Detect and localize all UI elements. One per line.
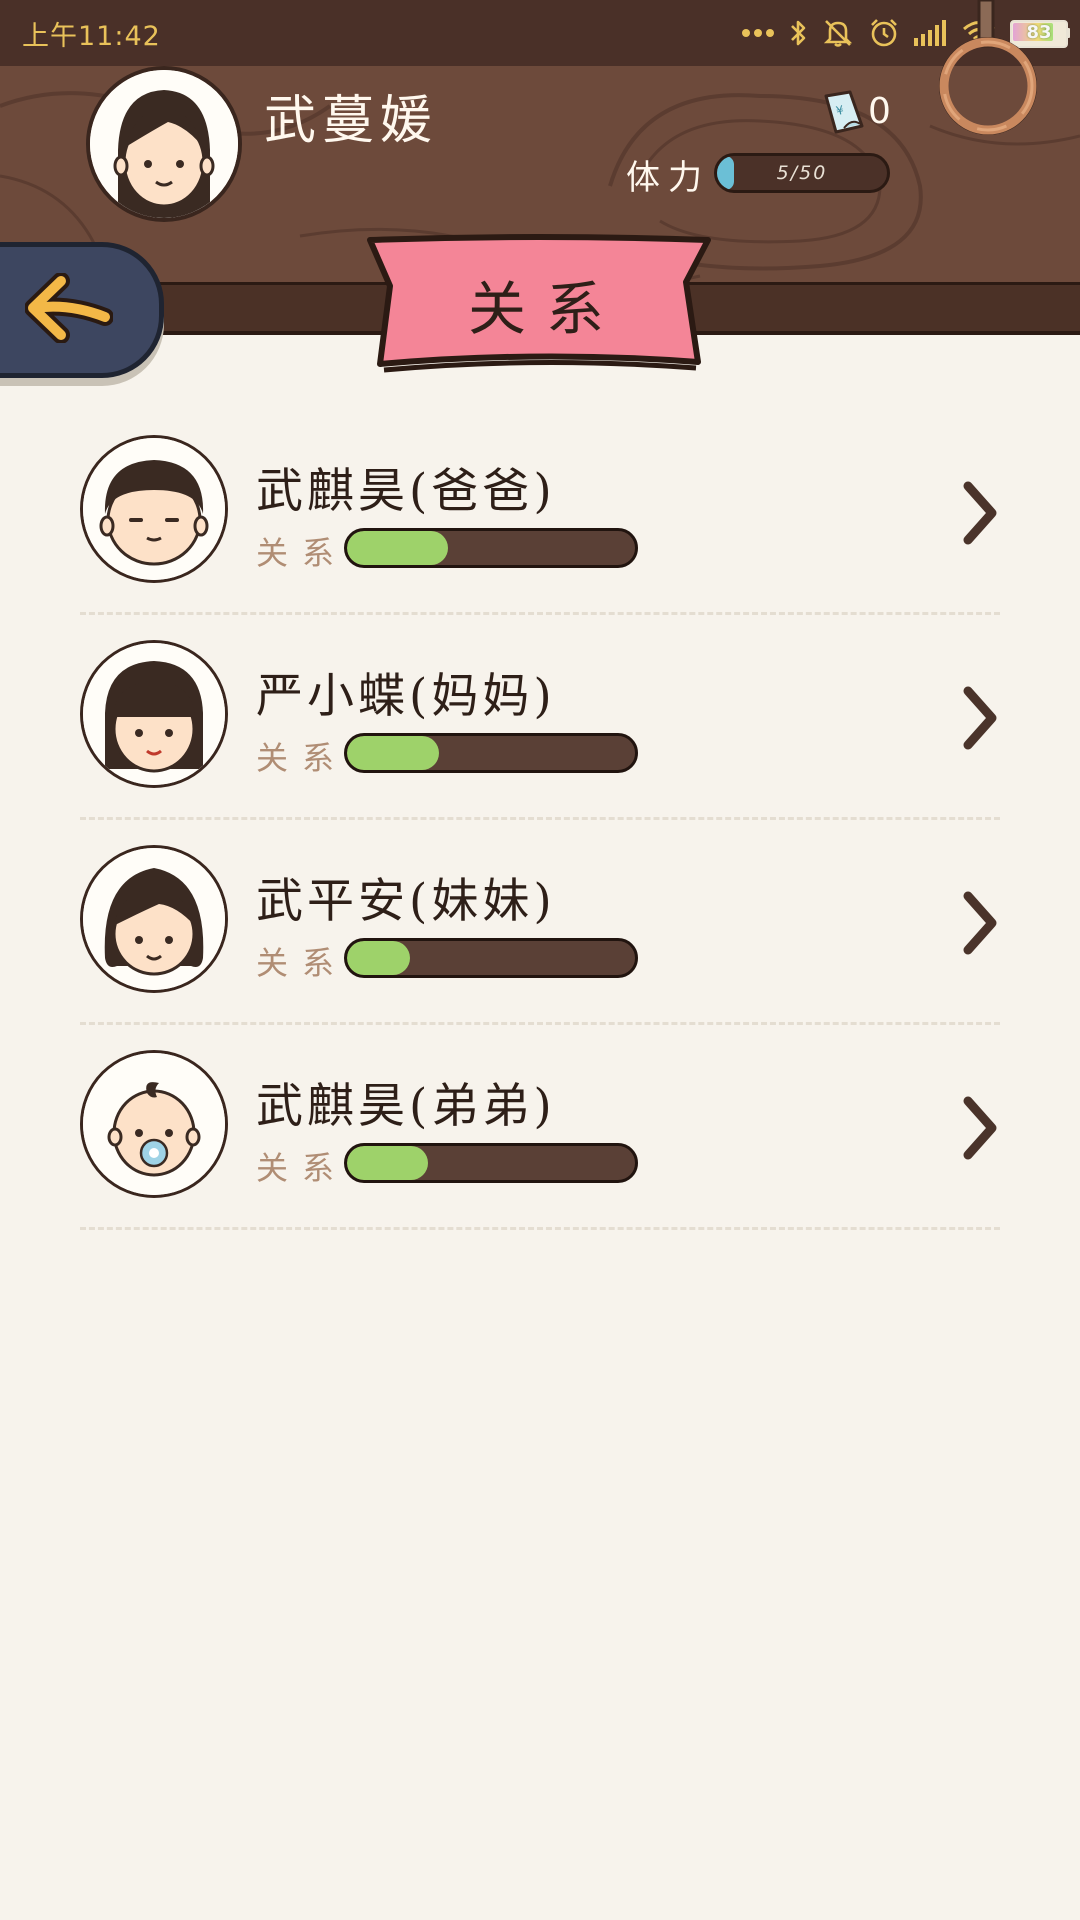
relation-item-brother[interactable]: 武麒昊(弟弟) 关系 [80, 1025, 1000, 1230]
relation-bar [344, 938, 638, 978]
relation-label: 关系 [256, 534, 349, 572]
hanging-ring-icon [939, 0, 1037, 135]
girl-face-icon [90, 70, 238, 218]
chevron-right-icon[interactable] [960, 685, 1000, 751]
back-arrow-icon [25, 273, 113, 343]
baby-avatar-icon [83, 1053, 225, 1195]
relation-item-father[interactable]: 武麒昊(爸爸) 关系 [80, 410, 1000, 615]
relation-bar-fill [347, 736, 440, 770]
page-title: 关系 [467, 275, 624, 343]
avatar [80, 435, 228, 583]
relation-bar [344, 1143, 638, 1183]
avatar [80, 845, 228, 993]
stamina-value: 5/50 [776, 162, 828, 184]
alarm-icon [871, 19, 897, 47]
status-time: 上午11:42 [22, 21, 161, 52]
back-button[interactable] [0, 242, 164, 378]
bluetooth-icon [791, 20, 806, 46]
player-name: 武蔓媛 [264, 91, 439, 151]
relation-label: 关系 [256, 1149, 349, 1187]
relation-name: 武平安(妹妹) [256, 874, 556, 929]
chevron-right-icon[interactable] [960, 890, 1000, 956]
status-bar: 上午11:42 83 [0, 0, 1080, 66]
mute-bell-icon [823, 20, 853, 47]
stamina-label: 体力 [626, 158, 710, 198]
relation-bar-fill [347, 531, 448, 565]
relations-list: 武麒昊(爸爸) 关系 严小蝶(妈妈) 关系 武平安(妹妹) 关系 武麒昊(弟弟)… [80, 410, 1000, 1230]
player-avatar[interactable] [86, 66, 242, 222]
coupon-counter[interactable]: ¥ 0 [822, 88, 891, 134]
sister-avatar-icon [83, 848, 225, 990]
relation-label: 关系 [256, 739, 349, 777]
relation-label: 关系 [256, 944, 349, 982]
relation-bar [344, 733, 638, 773]
stamina-bar: 5/50 [714, 153, 890, 193]
avatar [80, 1050, 228, 1198]
relation-bar [344, 528, 638, 568]
more-dots-icon [742, 29, 774, 37]
relation-bar-fill [347, 1146, 428, 1180]
relation-name: 武麒昊(爸爸) [256, 464, 556, 519]
relation-name: 严小蝶(妈妈) [256, 669, 556, 724]
relation-bar-fill [347, 941, 411, 975]
relation-item-sister[interactable]: 武平安(妹妹) 关系 [80, 820, 1000, 1025]
divider [80, 1227, 1000, 1230]
chevron-right-icon[interactable] [960, 1095, 1000, 1161]
relation-item-mother[interactable]: 严小蝶(妈妈) 关系 [80, 615, 1000, 820]
chevron-right-icon[interactable] [960, 480, 1000, 546]
avatar [80, 640, 228, 788]
father-avatar-icon [83, 438, 225, 580]
ticket-icon: ¥ [824, 90, 864, 134]
mother-avatar-icon [83, 643, 225, 785]
relation-name: 武麒昊(弟弟) [256, 1079, 556, 1134]
coupon-count: 0 [868, 90, 891, 132]
